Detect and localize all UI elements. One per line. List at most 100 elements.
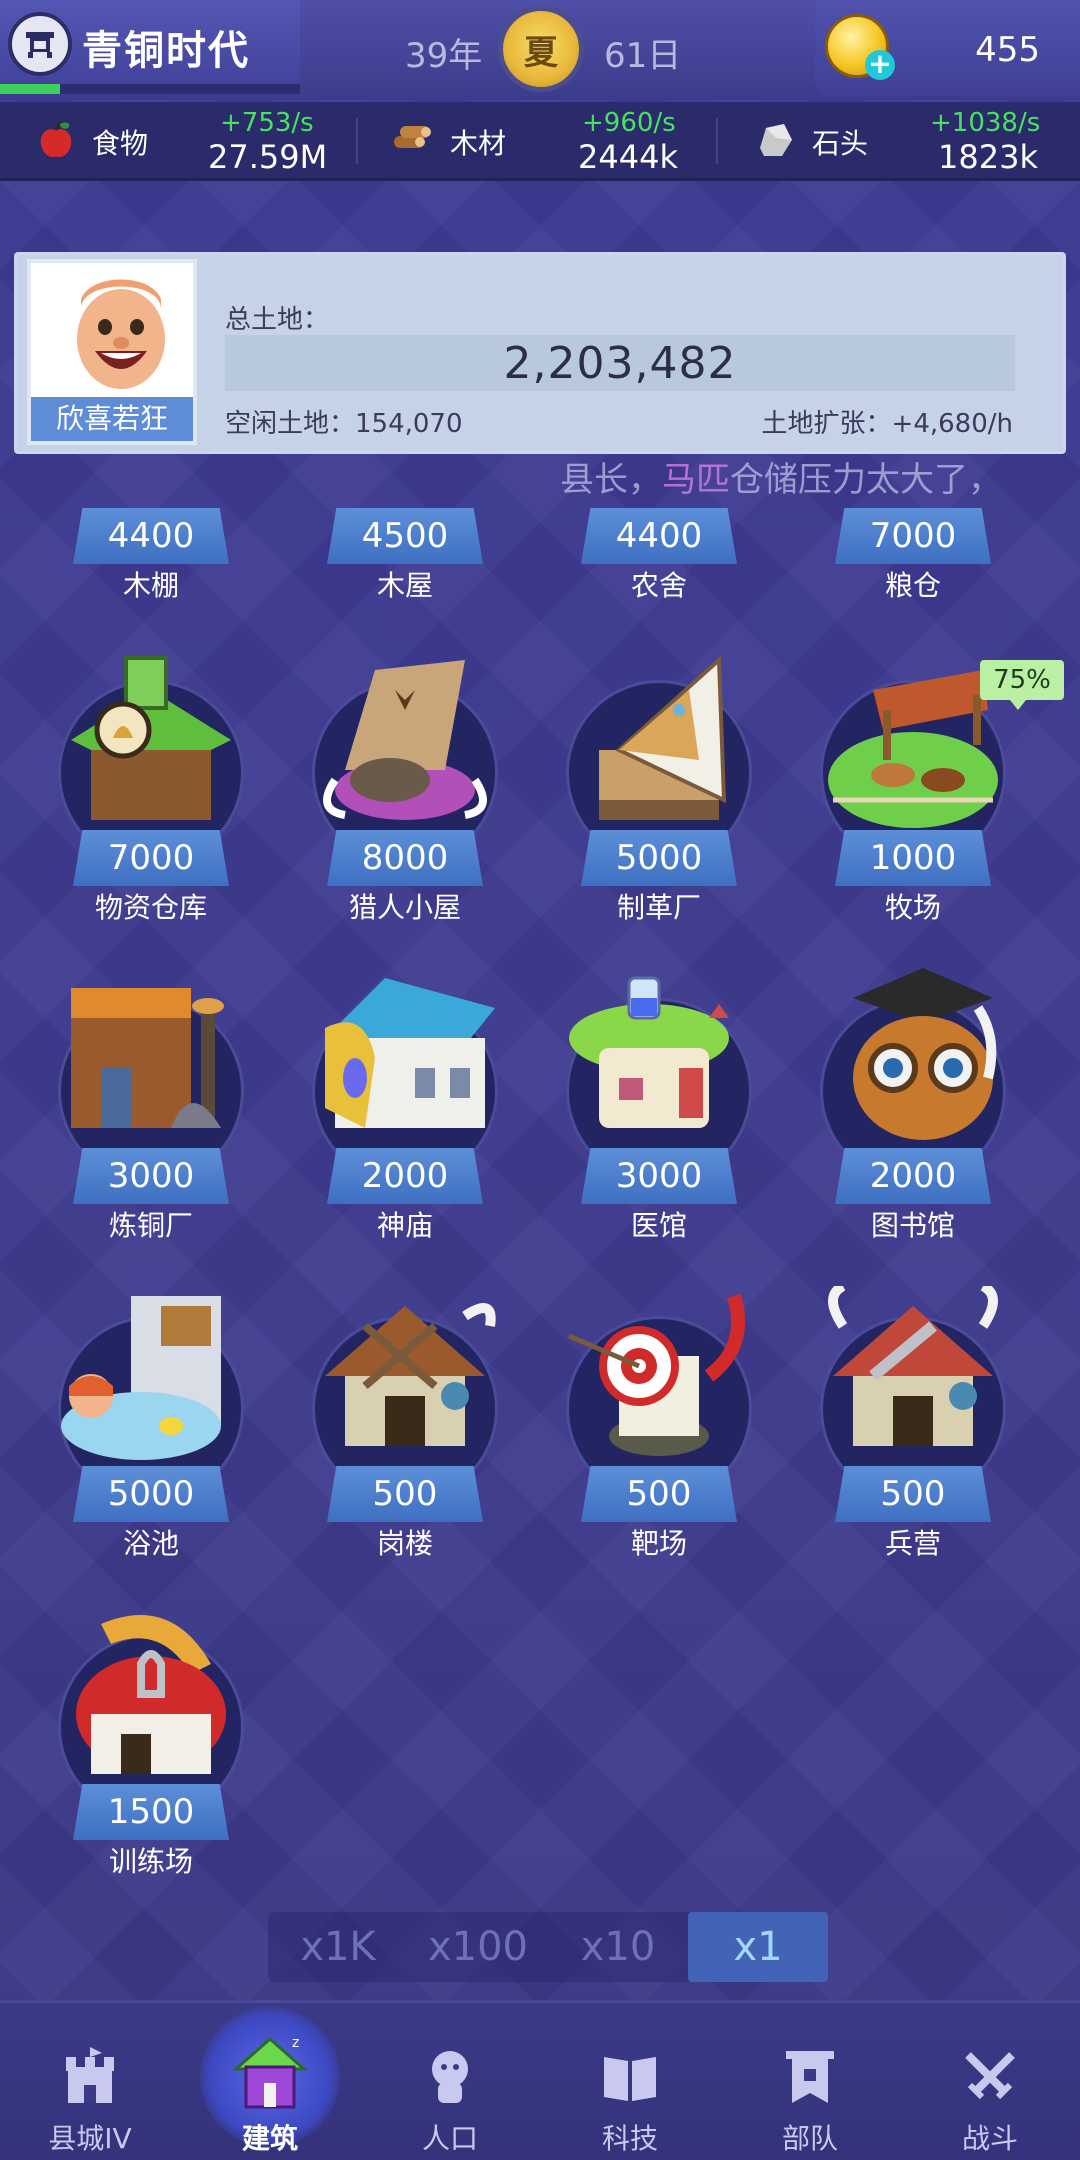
avatar-status-label: 欣喜若狂 <box>31 397 193 441</box>
temple-icon <box>325 978 495 1128</box>
nav-tab-battle[interactable]: 战斗 <box>900 2003 1080 2160</box>
building-cost: 4400 <box>73 508 229 564</box>
resource-rate: +753/s <box>220 108 314 138</box>
season-label: 夏 <box>524 32 558 73</box>
multiplier-x1k-button[interactable]: x1K <box>268 1912 408 1982</box>
library-icon <box>853 968 997 1140</box>
building-card[interactable]: 3000 医馆 <box>544 968 774 1242</box>
building-name: 牧场 <box>884 891 941 924</box>
avatar[interactable]: 欣喜若狂 <box>27 259 197 445</box>
building-card[interactable]: 500 兵营 <box>798 1286 1028 1560</box>
svg-text:z: z <box>292 2035 299 2051</box>
nav-tab-buildings[interactable]: z 建筑 <box>180 2003 360 2160</box>
training-ground-icon <box>76 1615 226 1774</box>
building-card[interactable]: 4400 农舍 <box>544 508 774 618</box>
land-expansion-label: 土地扩张：+4,680/h <box>761 409 1013 439</box>
nav-tab-technology[interactable]: 科技 <box>540 2003 720 2160</box>
castle-icon <box>66 2047 114 2103</box>
warehouse-icon <box>71 656 231 820</box>
total-land-label: 总土地： <box>225 305 330 335</box>
multiplier-x10-button[interactable]: x10 <box>548 1912 688 1982</box>
building-name: 木屋 <box>376 569 433 602</box>
nav-tab-population[interactable]: 人口 <box>360 2003 540 2160</box>
building-cost: 1500 <box>73 1784 229 1840</box>
building-cost: 4500 <box>327 508 483 564</box>
mayor-portrait-icon <box>77 279 165 389</box>
nav-label: 部队 <box>781 2122 838 2155</box>
building-card[interactable]: 7000 粮仓 <box>798 508 1028 618</box>
resource-total: 2444k <box>578 138 678 176</box>
nav-label: 人口 <box>421 2122 478 2155</box>
coin-panel[interactable]: + 455 <box>815 0 1080 96</box>
notice-text: 仓储压力太大了， <box>730 460 1002 500</box>
resource-food[interactable]: 食物 +753/s 27.59M <box>0 102 355 178</box>
nav-label: 战斗 <box>961 2122 1018 2155</box>
building-cost: 5000 <box>73 1466 229 1522</box>
building-name: 图书馆 <box>870 1209 955 1242</box>
season-badge[interactable]: 夏 <box>498 6 584 92</box>
resource-total: 27.59M <box>208 138 328 176</box>
building-card[interactable]: 2000 图书馆 <box>798 968 1028 1242</box>
top-bar: 青铜时代 39年 夏 61日 + 455 <box>0 0 1080 100</box>
coin-count: 455 <box>975 30 1040 70</box>
building-name: 猎人小屋 <box>348 891 461 924</box>
building-card[interactable]: 5000 制革厂 <box>544 650 774 924</box>
building-cost: 500 <box>327 1466 483 1522</box>
add-coin-button[interactable]: + <box>865 50 895 80</box>
bathhouse-icon <box>61 1296 221 1460</box>
building-card[interactable]: 4500 木屋 <box>290 508 520 618</box>
date-day: 61日 <box>604 36 682 76</box>
nav-label: 建筑 <box>241 2122 298 2155</box>
resource-rate: +1038/s <box>930 108 1041 138</box>
building-card[interactable]: 7000 物资仓库 <box>36 650 266 924</box>
era-panel[interactable]: 青铜时代 <box>0 0 300 94</box>
building-name: 兵营 <box>884 1527 941 1560</box>
era-emblem-icon <box>8 12 72 76</box>
notice-highlight: 马匹 <box>662 460 730 500</box>
building-cost: 8000 <box>327 830 483 886</box>
resource-stone[interactable]: 石头 +1038/s 1823k <box>720 102 1080 178</box>
book-icon <box>604 2057 656 2101</box>
building-card[interactable]: 8000 猎人小屋 <box>290 650 520 924</box>
land-panel: 欣喜若狂 总土地： 2,203,482 空闲土地：154,070 土地扩张：+4… <box>14 252 1066 454</box>
building-name: 浴池 <box>122 1527 179 1560</box>
watchtower-icon <box>325 1303 496 1446</box>
building-name: 神庙 <box>376 1209 433 1242</box>
building-card[interactable]: 2000 神庙 <box>290 968 520 1242</box>
wood-icon <box>394 126 431 148</box>
building-cost: 3000 <box>581 1148 737 1204</box>
building-name: 岗楼 <box>376 1527 433 1560</box>
building-cost: 7000 <box>73 830 229 886</box>
divider <box>356 118 358 164</box>
resource-wood[interactable]: 木材 +960/s 2444k <box>360 102 715 178</box>
building-card[interactable]: 3000 炼铜厂 <box>36 968 266 1242</box>
nav-label: 科技 <box>601 2122 658 2155</box>
building-cost: 7000 <box>835 508 991 564</box>
building-name: 炼铜厂 <box>108 1209 193 1242</box>
swords-icon <box>965 2052 1015 2100</box>
nav-tab-county[interactable]: 县城IV <box>0 2003 180 2160</box>
free-land-label: 空闲土地：154,070 <box>225 409 463 439</box>
building-card[interactable]: 5000 浴池 <box>36 1286 266 1560</box>
total-land-box: 2,203,482 <box>225 335 1015 391</box>
nav-tab-troops[interactable]: 部队 <box>720 2003 900 2160</box>
hunter-hut-icon <box>323 660 487 820</box>
building-cost: 2000 <box>835 1148 991 1204</box>
resource-total: 1823k <box>938 138 1038 176</box>
multiplier-x1-button[interactable]: x1 <box>688 1912 828 1982</box>
building-card[interactable]: 4400 木棚 <box>36 508 266 618</box>
building-card[interactable]: 1500 训练场 <box>36 1604 266 1878</box>
apple-icon <box>40 121 72 158</box>
banner-icon <box>786 2051 834 2103</box>
quantity-multiplier-bar: x1K x100 x10 x1 <box>268 1912 828 1982</box>
building-card[interactable]: 500 岗楼 <box>290 1286 520 1560</box>
resource-rate: +960/s <box>582 108 676 138</box>
building-name: 粮仓 <box>884 569 941 602</box>
era-progress-fill <box>0 84 60 94</box>
building-cost: 2000 <box>327 1148 483 1204</box>
resource-name: 木材 <box>450 127 507 160</box>
multiplier-x100-button[interactable]: x100 <box>408 1912 548 1982</box>
bottom-nav: 县城IV z 建筑 人口 科技 部队 战斗 <box>0 2000 1080 2160</box>
building-card[interactable]: 500 靶场 <box>544 1286 774 1560</box>
nav-label: 县城IV <box>48 2122 132 2155</box>
